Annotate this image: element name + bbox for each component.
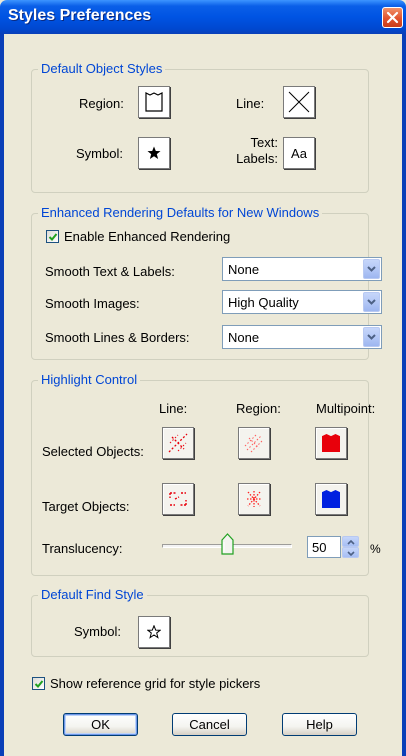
smooth-text-value: None [228,262,260,277]
smooth-lines-select[interactable]: None [222,325,382,349]
spin-up-button[interactable] [342,536,359,547]
highlight-control-legend: Highlight Control [38,372,141,387]
default-find-style-legend: Default Find Style [38,587,147,602]
enhanced-rendering-legend: Enhanced Rendering Defaults for New Wind… [38,205,323,220]
enable-enhanced-rendering-label: Enable Enhanced Rendering [64,229,231,244]
target-multipoint-highlight-button[interactable] [315,483,347,515]
line-label: Line: [236,96,265,111]
enable-enhanced-rendering-checkbox[interactable] [46,230,59,243]
translucency-value-input[interactable]: 50 [307,536,341,558]
column-region-label: Region: [236,401,281,416]
target-region-highlight-button[interactable] [238,483,270,515]
selected-objects-label: Selected Objects: [42,444,144,459]
smooth-images-select[interactable]: High Quality [222,290,382,314]
title-bar: Styles Preferences [0,0,406,34]
dashed-line-icon [168,433,188,453]
window-frame-left [0,34,4,756]
default-object-styles-group [31,69,369,193]
line-style-button[interactable] [283,86,315,118]
region-style-button[interactable] [138,86,170,118]
smooth-images-dropdown-button[interactable] [363,292,380,312]
window-title: Styles Preferences [8,7,152,24]
symbol-label: Symbol: [76,146,123,161]
text-labels-label-1: Text: [250,135,278,150]
text-style-button[interactable]: Aa [283,137,315,169]
default-object-styles-legend: Default Object Styles [38,61,166,76]
smooth-text-dropdown-button[interactable] [363,259,380,279]
dashed-bracket-icon [169,492,187,506]
line-style-icon [288,91,310,113]
checkmark-icon [48,233,58,241]
translucency-spinner[interactable] [342,536,359,558]
selected-region-highlight-button[interactable] [238,427,270,459]
smooth-text-select[interactable]: None [222,257,382,281]
ok-button[interactable]: OK [63,713,138,736]
smooth-images-value: High Quality [228,295,299,310]
symbol-style-button[interactable] [138,137,170,169]
region-style-icon [145,92,163,112]
target-multipoint-color-icon [322,490,340,508]
smooth-lines-value: None [228,330,260,345]
cross-hatch-region-icon [247,491,261,507]
smooth-text-label: Smooth Text & Labels: [45,264,175,279]
target-line-highlight-button[interactable] [162,483,194,515]
chevron-down-icon [367,334,376,340]
translucency-slider-thumb[interactable] [221,533,234,555]
smooth-lines-label: Smooth Lines & Borders: [45,330,190,345]
star-icon [147,146,161,159]
selected-multipoint-highlight-button[interactable] [315,427,347,459]
reference-grid-label: Show reference grid for style pickers [50,676,261,691]
cancel-button[interactable]: Cancel [172,713,247,736]
reference-grid-checkbox[interactable] [32,677,45,690]
translucency-unit: % [370,542,381,556]
translucency-label: Translucency: [42,541,123,556]
smooth-images-label: Smooth Images: [45,296,140,311]
spin-down-button[interactable] [342,547,359,558]
column-multipoint-label: Multipoint: [316,401,376,416]
help-button[interactable]: Help [282,713,357,736]
find-symbol-style-button[interactable] [138,616,170,648]
selected-multipoint-color-icon [322,434,340,452]
column-line-label: Line: [159,401,188,416]
target-objects-label: Target Objects: [42,499,130,514]
chevron-down-icon [367,266,376,272]
close-icon [386,11,399,24]
window-frame-right [402,34,406,756]
smooth-lines-dropdown-button[interactable] [363,327,380,347]
find-symbol-label: Symbol: [74,624,121,639]
close-button[interactable] [382,7,403,28]
star-outline-icon [147,625,161,639]
chevron-down-icon [347,551,355,556]
text-style-sample: Aa [291,145,307,161]
chevron-down-icon [367,299,376,305]
selected-line-highlight-button[interactable] [162,427,194,459]
region-label: Region: [79,96,124,111]
hatched-region-icon [244,433,264,453]
chevron-up-icon [347,540,355,545]
text-labels-label-2: Labels: [236,151,278,166]
checkmark-icon [34,680,44,688]
